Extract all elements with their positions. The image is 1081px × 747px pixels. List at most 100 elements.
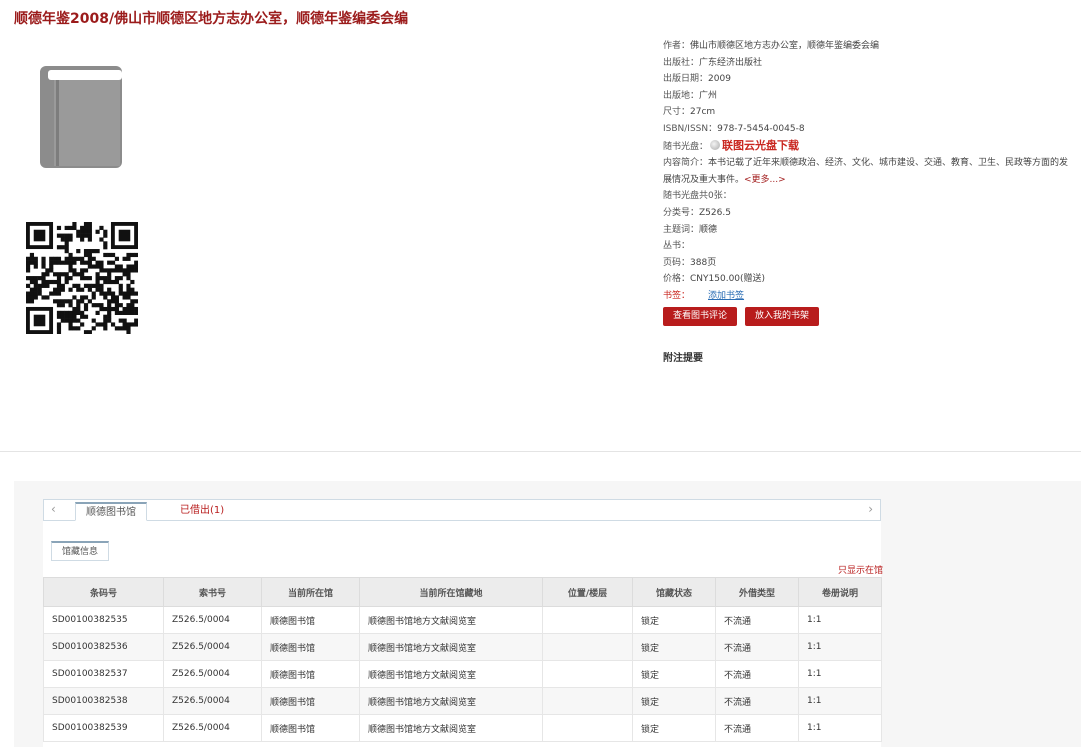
detail-row: 作者：佛山市顺德区地方志办公室，顺德年鉴编委会编	[663, 38, 1073, 55]
table-cell: 1:1	[798, 606, 882, 634]
column-header: 条码号	[43, 577, 164, 607]
detail-value: 2009	[708, 74, 731, 85]
table-cell	[542, 714, 633, 742]
disc-label: 随书光盘：	[663, 141, 709, 152]
table-cell: 锁定	[632, 633, 716, 661]
detail-row: 主题词：顺德	[663, 222, 1073, 239]
table-cell: SD00100382539	[43, 714, 164, 742]
column-header: 卷册说明	[798, 577, 882, 607]
detail-value: 388页	[690, 257, 717, 268]
detail-value: 27cm	[690, 107, 716, 118]
table-cell: 顺德图书馆	[261, 687, 360, 715]
description-text: 本书记载了近年来顺德政治、经济、文化、城市建设、交通、教育、卫生、民政等方面的发…	[663, 158, 1069, 185]
table-cell: Z526.5/0004	[163, 606, 262, 634]
only-show-available-link[interactable]: 只显示在馆	[838, 563, 883, 576]
view-reviews-button[interactable]: 查看图书评论	[663, 307, 738, 326]
action-buttons: 查看图书评论 放入我的书架	[663, 307, 820, 326]
table-cell: SD00100382535	[43, 606, 164, 634]
column-header: 当前所在馆藏地	[359, 577, 543, 607]
add-to-shelf-button[interactable]: 放入我的书架	[745, 307, 820, 326]
detail-row: 尺寸：27cm	[663, 104, 1073, 121]
detail-value: CNY150.00(赠送)	[690, 274, 766, 285]
detail-label: ISBN/ISSN：	[663, 123, 718, 134]
disc-row: 随书光盘： 联图云光盘下载	[663, 138, 1073, 156]
detail-value: 978-7-5454-0045-8	[717, 123, 805, 134]
table-cell	[542, 606, 633, 634]
table-cell: 顺德图书馆	[261, 714, 360, 742]
table-cell: 顺德图书馆地方文献阅览室	[359, 660, 543, 688]
bookmark-row: 书签： 添加书签	[663, 288, 1073, 305]
table-cell: 不流通	[715, 660, 799, 688]
column-header: 位置/楼层	[542, 577, 633, 607]
table-cell: 顺德图书馆地方文献阅览室	[359, 633, 543, 661]
detail-label: 出版地：	[663, 90, 700, 101]
detail-label: 出版社：	[663, 57, 700, 68]
book-cover-icon	[40, 66, 122, 168]
book-details: 作者：佛山市顺德区地方志办公室，顺德年鉴编委会编 出版社：广东经济出版社 出版日期：…	[663, 38, 1073, 305]
detail-row: 价格：CNY150.00(赠送)	[663, 271, 1073, 288]
column-header: 外借类型	[715, 577, 799, 607]
more-link[interactable]: <更多...>	[744, 175, 786, 185]
table-cell: 顺德图书馆	[261, 633, 360, 661]
tab-scroll-right-icon[interactable]: ›	[868, 502, 873, 516]
table-cell: Z526.5/0004	[163, 714, 262, 742]
detail-label: 分类号：	[663, 207, 700, 218]
detail-label: 丛书：	[663, 241, 691, 252]
column-header: 当前所在馆	[261, 577, 360, 607]
table-row: SD00100382539 Z526.5/0004 顺德图书馆 顺德图书馆地方文献阅览…	[43, 714, 882, 742]
detail-label: 价格：	[663, 274, 691, 285]
table-cell: SD00100382536	[43, 633, 164, 661]
notes-heading: 附注提要	[663, 353, 703, 364]
tab-scroll-left-icon[interactable]: ‹	[51, 502, 56, 516]
table-cell: 不流通	[715, 633, 799, 661]
table-cell	[542, 687, 633, 715]
detail-label: 页码：	[663, 257, 691, 268]
table-cell: 锁定	[632, 714, 716, 742]
detail-row: 随书光盘共0张：	[663, 188, 1073, 205]
library-tabbar: ‹ 顺德图书馆 已借出(1) ›	[43, 499, 881, 521]
detail-row: 出版地：广州	[663, 88, 1073, 105]
table-cell: Z526.5/0004	[163, 633, 262, 661]
tab-checked-out[interactable]: 已借出(1)	[170, 502, 234, 521]
detail-label: 随书光盘共0张：	[663, 191, 732, 202]
table-cell	[542, 660, 633, 688]
table-header-row: 条码号 索书号 当前所在馆 当前所在馆藏地 位置/楼层 馆藏状态 外借类型 卷册说明	[43, 577, 882, 607]
detail-value: 顺德	[699, 224, 718, 235]
detail-row: 分类号：Z526.5	[663, 205, 1073, 222]
table-cell: 顺德图书馆地方文献阅览室	[359, 714, 543, 742]
tab-shunde-library[interactable]: 顺德图书馆	[75, 502, 147, 521]
table-cell: 顺德图书馆地方文献阅览室	[359, 606, 543, 634]
detail-label: 作者：	[663, 41, 691, 51]
table-cell: 顺德图书馆	[261, 606, 360, 634]
section-divider	[0, 451, 1081, 452]
table-cell: 顺德图书馆地方文献阅览室	[359, 687, 543, 715]
table-row: SD00100382535 Z526.5/0004 顺德图书馆 顺德图书馆地方文献阅览…	[43, 606, 882, 634]
table-cell: 锁定	[632, 687, 716, 715]
tab-holdings-info[interactable]: 馆藏信息	[51, 541, 110, 561]
page-title: 顺德年鉴2008/佛山市顺德区地方志办公室，顺德年鉴编委会编	[14, 11, 409, 27]
detail-row: 出版社：广东经济出版社	[663, 55, 1073, 72]
table-cell: 1:1	[798, 633, 882, 661]
detail-row: 出版日期：2009	[663, 71, 1073, 88]
holdings-table: 条码号 索书号 当前所在馆 当前所在馆藏地 位置/楼层 馆藏状态 外借类型 卷册说明 SD00…	[43, 577, 882, 742]
table-cell: SD00100382537	[43, 660, 164, 688]
table-cell: 锁定	[632, 660, 716, 688]
table-cell: SD00100382538	[43, 687, 164, 715]
table-cell: 锁定	[632, 606, 716, 634]
disc-download-link[interactable]: 联图云光盘下载	[722, 139, 799, 152]
description-row: 内容简介：本书记载了近年来顺德政治、经济、文化、城市建设、交通、教育、卫生、民政…	[663, 155, 1073, 188]
detail-label: 主题词：	[663, 224, 700, 235]
table-cell: 不流通	[715, 687, 799, 715]
detail-label: 出版日期：	[663, 74, 709, 85]
table-row: SD00100382537 Z526.5/0004 顺德图书馆 顺德图书馆地方文献阅览…	[43, 660, 882, 688]
detail-row: ISBN/ISSN：978-7-5454-0045-8	[663, 121, 1073, 138]
detail-row: 页码：388页	[663, 255, 1073, 272]
table-row: SD00100382538 Z526.5/0004 顺德图书馆 顺德图书馆地方文献阅览…	[43, 687, 882, 715]
table-cell	[542, 633, 633, 661]
description-label: 内容简介：	[663, 158, 709, 169]
qr-code	[26, 222, 138, 334]
detail-value: 佛山市顺德区地方志办公室，顺德年鉴编委会编	[690, 41, 880, 51]
disc-icon	[710, 139, 721, 150]
detail-row: 丛书：	[663, 238, 1073, 255]
add-bookmark-link[interactable]: 添加书签	[708, 291, 744, 301]
